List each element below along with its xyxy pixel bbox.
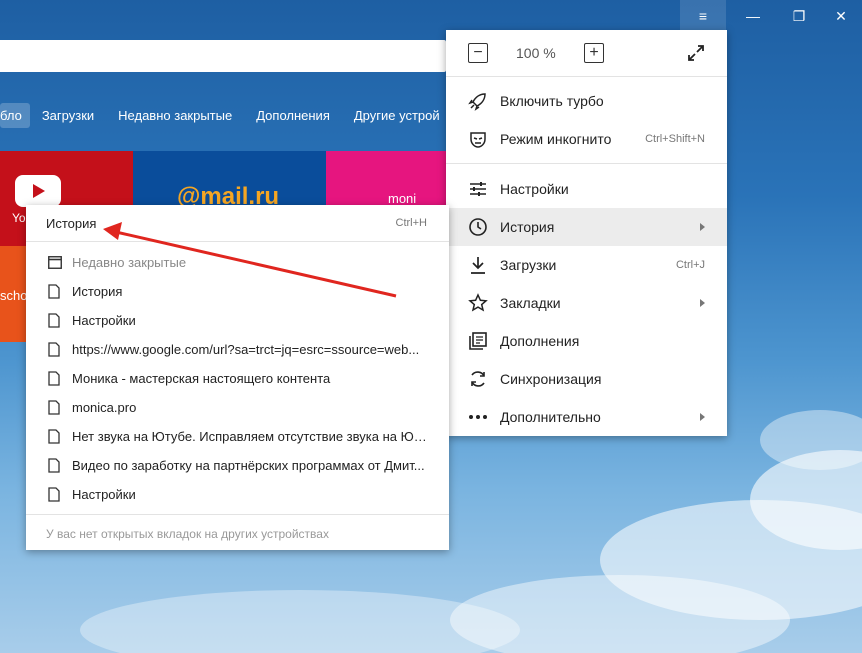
download-icon [471,257,485,274]
history-item[interactable]: monica.pro [26,393,449,422]
history-item[interactable]: История [26,277,449,306]
tile-youtube-label: Yo [12,211,26,225]
page-icon [48,429,60,444]
menu-item-shortcut: Ctrl+J [675,259,705,271]
extensions-icon [469,332,487,350]
nav-item-other-devices[interactable]: Другие устрой [342,103,452,128]
zoom-out-button[interactable]: − [468,43,488,63]
history-item-label: Настройки [72,313,136,328]
menu-item-extensions[interactable]: Дополнения [446,322,727,360]
minimize-icon[interactable]: — [730,0,776,32]
history-submenu: История Ctrl+H Недавно закрытые История … [26,205,449,550]
menu-separator [26,241,449,242]
window-controls: ≡ — ❐ ✕ [680,0,862,32]
youtube-logo-icon [15,175,61,207]
menu-item-label: История [500,219,555,235]
window-icon [48,256,62,269]
menu-separator [26,514,449,515]
incognito-icon [470,132,486,148]
more-dots-icon [469,415,487,419]
history-submenu-header[interactable]: История Ctrl+H [26,205,449,241]
submenu-arrow-icon [700,223,705,231]
submenu-arrow-icon [700,299,705,307]
page-icon [48,313,60,328]
menu-item-label: Включить турбо [500,93,604,109]
history-item-label: История [72,284,123,299]
menu-item-more[interactable]: Дополнительно [446,398,727,436]
tile-orange-label: scho [0,288,28,303]
close-icon[interactable]: ✕ [818,0,862,32]
sync-icon [471,371,485,387]
settings-sliders-icon [470,182,486,196]
history-item-label: Нет звука на Ютубе. Исправляем отсутстви… [72,429,430,444]
zoom-value: 100 % [516,45,556,61]
tableau-navbar: бло Загрузки Недавно закрытые Дополнения… [0,100,452,130]
zoom-in-button[interactable]: + [584,43,604,63]
browser-main-menu: − 100 % + Включить турбо Режим инкогнито… [446,30,727,436]
history-submenu-title: История [46,216,97,231]
history-item-label: https://www.google.com/url?sa=trct=jq=es… [72,342,420,357]
tile-monica-label: moni [388,191,417,206]
history-submenu-shortcut: Ctrl+H [395,217,427,229]
history-item-recently-closed[interactable]: Недавно закрытые [26,248,449,277]
page-icon [48,371,60,386]
menu-item-settings[interactable]: Настройки [446,170,727,208]
menu-separator [446,163,727,164]
menu-separator [446,76,727,77]
nav-item-tablo[interactable]: бло [0,102,30,128]
submenu-arrow-icon [700,413,705,421]
page-icon [48,487,60,502]
page-icon [48,342,60,357]
history-item[interactable]: Настройки [26,480,449,509]
address-bar[interactable] [0,40,446,72]
clock-icon [469,218,487,236]
menu-icon[interactable]: ≡ [680,0,726,32]
fullscreen-icon[interactable] [686,43,706,63]
history-item[interactable]: Настройки [26,306,449,335]
history-item[interactable]: Моника - мастерская настоящего контента [26,364,449,393]
zoom-row: − 100 % + [446,30,727,76]
history-item-label: Недавно закрытые [72,255,187,270]
history-item[interactable]: Нет звука на Ютубе. Исправляем отсутстви… [26,422,449,451]
history-item[interactable]: https://www.google.com/url?sa=trct=jq=es… [26,335,449,364]
menu-item-incognito[interactable]: Режим инкогнито Ctrl+Shift+N [446,120,727,158]
menu-item-sync[interactable]: Синхронизация [446,360,727,398]
menu-item-label: Дополнительно [500,409,601,425]
nav-item-extensions[interactable]: Дополнения [244,103,342,128]
menu-item-history[interactable]: История [446,208,727,246]
history-submenu-footer: У вас нет открытых вкладок на других уст… [46,527,329,541]
star-icon [468,293,488,312]
page-icon [48,400,60,415]
page-icon [48,458,60,473]
menu-item-shortcut: Ctrl+Shift+N [645,133,705,145]
history-item-label: Видео по заработку на партнёрских програ… [72,458,425,473]
menu-item-label: Закладки [500,295,561,311]
menu-item-turbo[interactable]: Включить турбо [446,82,727,120]
menu-item-label: Настройки [500,181,569,197]
history-item[interactable]: Видео по заработку на партнёрских програ… [26,451,449,480]
maximize-icon[interactable]: ❐ [776,0,822,32]
menu-item-label: Загрузки [500,257,557,273]
nav-item-downloads[interactable]: Загрузки [30,103,106,128]
history-item-label: monica.pro [72,400,137,415]
menu-item-label: Режим инкогнито [500,131,612,147]
menu-item-bookmarks[interactable]: Закладки [446,284,727,322]
nav-item-recently-closed[interactable]: Недавно закрытые [106,103,244,128]
page-icon [48,284,60,299]
rocket-icon [468,93,486,111]
history-item-label: Настройки [72,487,136,502]
menu-item-downloads[interactable]: Загрузки Ctrl+J [446,246,727,284]
menu-item-label: Синхронизация [500,371,602,387]
menu-item-label: Дополнения [500,333,580,349]
history-item-label: Моника - мастерская настоящего контента [72,371,331,386]
